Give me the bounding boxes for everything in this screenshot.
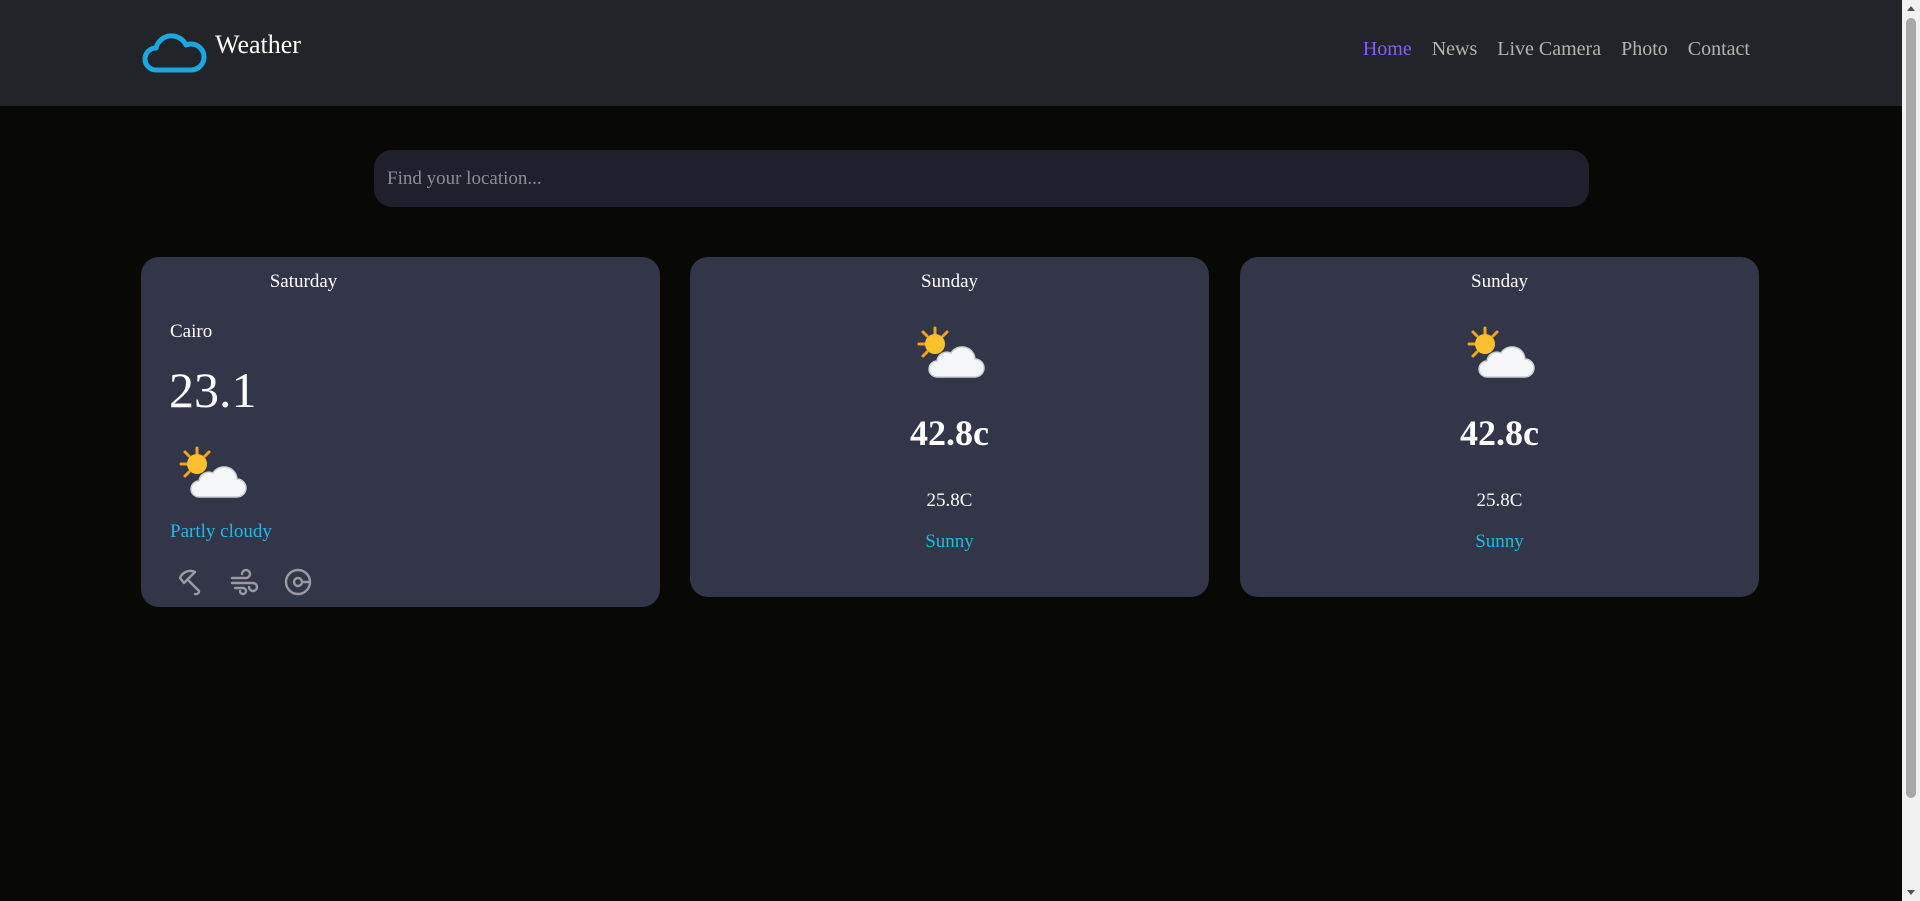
forecast-card: Sunday 42.8c 25.8C Sunny — [1240, 257, 1759, 597]
nav-home-link[interactable]: Home — [1363, 38, 1412, 61]
location-search-input[interactable] — [374, 150, 1589, 207]
forecast-condition: Sunny — [925, 531, 974, 552]
scrollbar-thumb[interactable] — [1906, 18, 1916, 798]
forecast-min-temp: 25.8C — [1476, 490, 1523, 511]
search-bar — [374, 150, 1589, 207]
forecast-min-temp: 25.8C — [926, 490, 973, 511]
scroll-down-arrow-icon[interactable] — [1907, 890, 1915, 895]
nav-photo-link[interactable]: Photo — [1621, 38, 1668, 61]
today-city: Cairo — [170, 321, 213, 342]
today-condition: Partly cloudy — [170, 521, 272, 542]
navbar: Weather Home News Live Camera Photo Cont… — [0, 0, 1902, 106]
sun-behind-cloud-icon — [175, 445, 249, 503]
umbrella-icon — [178, 569, 201, 596]
today-weather-card: Saturday Cairo 23.1 Partly cloudy — [141, 257, 660, 607]
forecast-day: Sunday — [921, 271, 978, 292]
scroll-up-arrow-icon[interactable] — [1907, 6, 1915, 11]
today-temperature: 23.1 — [169, 362, 257, 418]
forecast-day: Sunday — [1471, 271, 1528, 292]
compass-icon — [284, 568, 312, 596]
nav-live-camera-link[interactable]: Live Camera — [1497, 38, 1601, 61]
forecast-condition: Sunny — [1475, 531, 1524, 552]
nav-links: Home News Live Camera Photo Contact — [1343, 38, 1750, 61]
wind-icon — [230, 568, 259, 596]
forecast-max-temp: 42.8c — [1460, 413, 1539, 453]
forecast-card: Sunday 42.8c 25.8C Sunny — [690, 257, 1209, 597]
today-stats — [175, 567, 313, 597]
forecast-max-temp: 42.8c — [910, 413, 989, 453]
sun-behind-cloud-icon — [1463, 325, 1537, 383]
nav-contact-link[interactable]: Contact — [1688, 38, 1750, 61]
brand-name: Weather — [215, 30, 301, 59]
sun-behind-cloud-icon — [913, 325, 987, 383]
nav-news-link[interactable]: News — [1432, 38, 1478, 61]
brand[interactable]: Weather — [139, 28, 301, 74]
cloud-icon — [142, 33, 207, 73]
page-scrollbar[interactable] — [1902, 0, 1920, 901]
today-day: Saturday — [269, 271, 338, 292]
